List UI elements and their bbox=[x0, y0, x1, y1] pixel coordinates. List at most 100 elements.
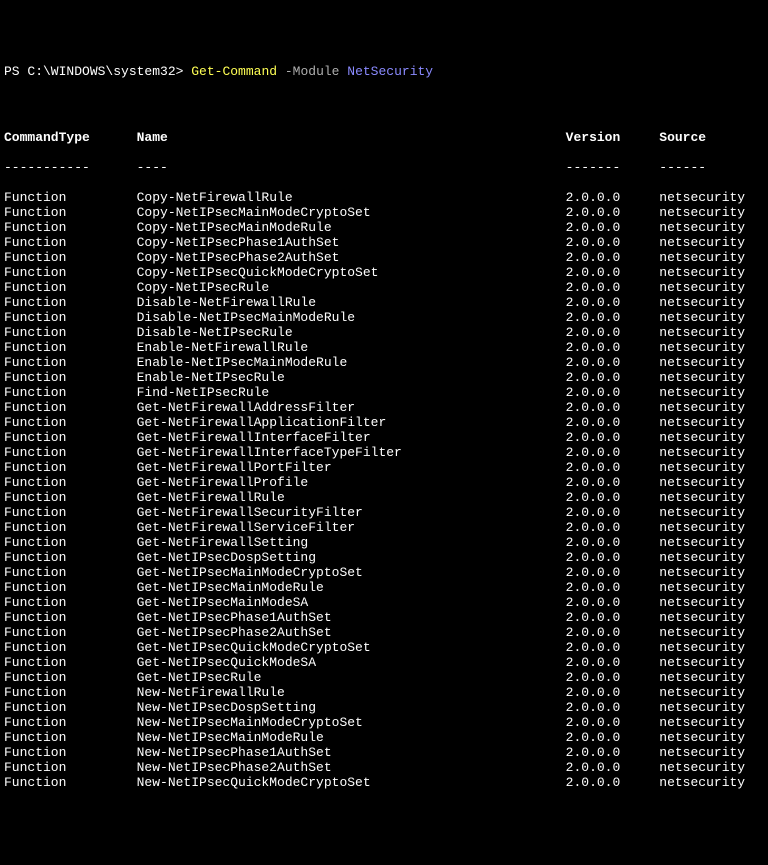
cell-name: New-NetIPsecPhase2AuthSet bbox=[137, 760, 566, 775]
cell-name: Get-NetIPsecQuickModeCryptoSet bbox=[137, 640, 566, 655]
cell-commandtype: Function bbox=[4, 325, 137, 340]
cell-name: Get-NetIPsecMainModeSA bbox=[137, 595, 566, 610]
cell-name: Get-NetFirewallApplicationFilter bbox=[137, 415, 566, 430]
table-row: FunctionEnable-NetIPsecRule2.0.0.0netsec… bbox=[4, 370, 764, 385]
cell-commandtype: Function bbox=[4, 670, 137, 685]
cell-source: netsecurity bbox=[659, 280, 745, 295]
cell-commandtype: Function bbox=[4, 745, 137, 760]
table-row: FunctionGet-NetFirewallAddressFilter2.0.… bbox=[4, 400, 764, 415]
cell-commandtype: Function bbox=[4, 655, 137, 670]
table-body: FunctionCopy-NetFirewallRule2.0.0.0netse… bbox=[4, 190, 764, 790]
cell-source: netsecurity bbox=[659, 730, 745, 745]
cell-version: 2.0.0.0 bbox=[566, 535, 660, 550]
cell-name: Disable-NetFirewallRule bbox=[137, 295, 566, 310]
cell-version: 2.0.0.0 bbox=[566, 595, 660, 610]
cell-source: netsecurity bbox=[659, 415, 745, 430]
cell-commandtype: Function bbox=[4, 430, 137, 445]
cell-source: netsecurity bbox=[659, 445, 745, 460]
cell-commandtype: Function bbox=[4, 535, 137, 550]
table-row: FunctionGet-NetFirewallSetting2.0.0.0net… bbox=[4, 535, 764, 550]
cell-commandtype: Function bbox=[4, 310, 137, 325]
table-row: FunctionGet-NetIPsecRule2.0.0.0netsecuri… bbox=[4, 670, 764, 685]
cell-version: 2.0.0.0 bbox=[566, 565, 660, 580]
cell-name: Get-NetFirewallRule bbox=[137, 490, 566, 505]
cell-commandtype: Function bbox=[4, 685, 137, 700]
cell-version: 2.0.0.0 bbox=[566, 625, 660, 640]
cell-commandtype: Function bbox=[4, 730, 137, 745]
cell-name: Find-NetIPsecRule bbox=[137, 385, 566, 400]
separator-source: ------ bbox=[659, 160, 706, 175]
cell-commandtype: Function bbox=[4, 700, 137, 715]
cell-name: New-NetFirewallRule bbox=[137, 685, 566, 700]
cell-source: netsecurity bbox=[659, 505, 745, 520]
cell-commandtype: Function bbox=[4, 190, 137, 205]
cell-commandtype: Function bbox=[4, 475, 137, 490]
cell-source: netsecurity bbox=[659, 430, 745, 445]
cell-name: Get-NetIPsecMainModeRule bbox=[137, 580, 566, 595]
table-row: FunctionGet-NetFirewallPortFilter2.0.0.0… bbox=[4, 460, 764, 475]
cell-version: 2.0.0.0 bbox=[566, 505, 660, 520]
prompt-argument: NetSecurity bbox=[347, 64, 433, 79]
table-row: FunctionNew-NetIPsecQuickModeCryptoSet2.… bbox=[4, 775, 764, 790]
cell-version: 2.0.0.0 bbox=[566, 475, 660, 490]
cell-name: Copy-NetIPsecPhase2AuthSet bbox=[137, 250, 566, 265]
command-prompt-line[interactable]: PS C:\WINDOWS\system32> Get-Command -Mod… bbox=[4, 64, 764, 85]
cell-version: 2.0.0.0 bbox=[566, 340, 660, 355]
cell-version: 2.0.0.0 bbox=[566, 220, 660, 235]
cell-name: Copy-NetIPsecRule bbox=[137, 280, 566, 295]
cell-version: 2.0.0.0 bbox=[566, 205, 660, 220]
table-row: FunctionFind-NetIPsecRule2.0.0.0netsecur… bbox=[4, 385, 764, 400]
table-row: FunctionNew-NetIPsecPhase1AuthSet2.0.0.0… bbox=[4, 745, 764, 760]
cell-source: netsecurity bbox=[659, 700, 745, 715]
cell-version: 2.0.0.0 bbox=[566, 310, 660, 325]
table-row: FunctionCopy-NetIPsecQuickModeCryptoSet2… bbox=[4, 265, 764, 280]
cell-source: netsecurity bbox=[659, 715, 745, 730]
prompt-parameter: -Module bbox=[277, 64, 347, 79]
cell-name: Get-NetFirewallSecurityFilter bbox=[137, 505, 566, 520]
cell-version: 2.0.0.0 bbox=[566, 760, 660, 775]
cell-commandtype: Function bbox=[4, 625, 137, 640]
cell-version: 2.0.0.0 bbox=[566, 415, 660, 430]
table-row: FunctionEnable-NetFirewallRule2.0.0.0net… bbox=[4, 340, 764, 355]
cell-name: Enable-NetIPsecRule bbox=[137, 370, 566, 385]
cell-source: netsecurity bbox=[659, 550, 745, 565]
cell-commandtype: Function bbox=[4, 400, 137, 415]
table-row: FunctionGet-NetFirewallInterfaceFilter2.… bbox=[4, 430, 764, 445]
cell-commandtype: Function bbox=[4, 220, 137, 235]
cell-name: Get-NetFirewallPortFilter bbox=[137, 460, 566, 475]
table-row: FunctionGet-NetIPsecMainModeRule2.0.0.0n… bbox=[4, 580, 764, 595]
cell-name: Copy-NetIPsecQuickModeCryptoSet bbox=[137, 265, 566, 280]
table-row: FunctionDisable-NetIPsecRule2.0.0.0netse… bbox=[4, 325, 764, 340]
cell-name: Get-NetFirewallInterfaceFilter bbox=[137, 430, 566, 445]
cell-version: 2.0.0.0 bbox=[566, 445, 660, 460]
cell-version: 2.0.0.0 bbox=[566, 430, 660, 445]
table-row: FunctionGet-NetIPsecPhase1AuthSet2.0.0.0… bbox=[4, 610, 764, 625]
cell-source: netsecurity bbox=[659, 325, 745, 340]
table-row: FunctionNew-NetIPsecPhase2AuthSet2.0.0.0… bbox=[4, 760, 764, 775]
cell-name: New-NetIPsecMainModeRule bbox=[137, 730, 566, 745]
header-name: Name bbox=[137, 130, 566, 145]
cell-version: 2.0.0.0 bbox=[566, 280, 660, 295]
cell-version: 2.0.0.0 bbox=[566, 610, 660, 625]
table-row: FunctionGet-NetIPsecMainModeSA2.0.0.0net… bbox=[4, 595, 764, 610]
cell-name: New-NetIPsecPhase1AuthSet bbox=[137, 745, 566, 760]
table-row: FunctionGet-NetFirewallServiceFilter2.0.… bbox=[4, 520, 764, 535]
cell-version: 2.0.0.0 bbox=[566, 385, 660, 400]
cell-version: 2.0.0.0 bbox=[566, 520, 660, 535]
table-row: FunctionGet-NetIPsecPhase2AuthSet2.0.0.0… bbox=[4, 625, 764, 640]
cell-name: Copy-NetIPsecPhase1AuthSet bbox=[137, 235, 566, 250]
table-row: FunctionGet-NetFirewallInterfaceTypeFilt… bbox=[4, 445, 764, 460]
cell-version: 2.0.0.0 bbox=[566, 655, 660, 670]
table-row: FunctionCopy-NetIPsecRule2.0.0.0netsecur… bbox=[4, 280, 764, 295]
cell-name: Get-NetIPsecMainModeCryptoSet bbox=[137, 565, 566, 580]
cell-commandtype: Function bbox=[4, 205, 137, 220]
cell-commandtype: Function bbox=[4, 370, 137, 385]
cell-commandtype: Function bbox=[4, 520, 137, 535]
cell-commandtype: Function bbox=[4, 355, 137, 370]
table-row: FunctionGet-NetFirewallProfile2.0.0.0net… bbox=[4, 475, 764, 490]
cell-name: Enable-NetFirewallRule bbox=[137, 340, 566, 355]
header-commandtype: CommandType bbox=[4, 130, 137, 145]
cell-commandtype: Function bbox=[4, 295, 137, 310]
table-row: FunctionCopy-NetIPsecPhase1AuthSet2.0.0.… bbox=[4, 235, 764, 250]
cell-commandtype: Function bbox=[4, 505, 137, 520]
